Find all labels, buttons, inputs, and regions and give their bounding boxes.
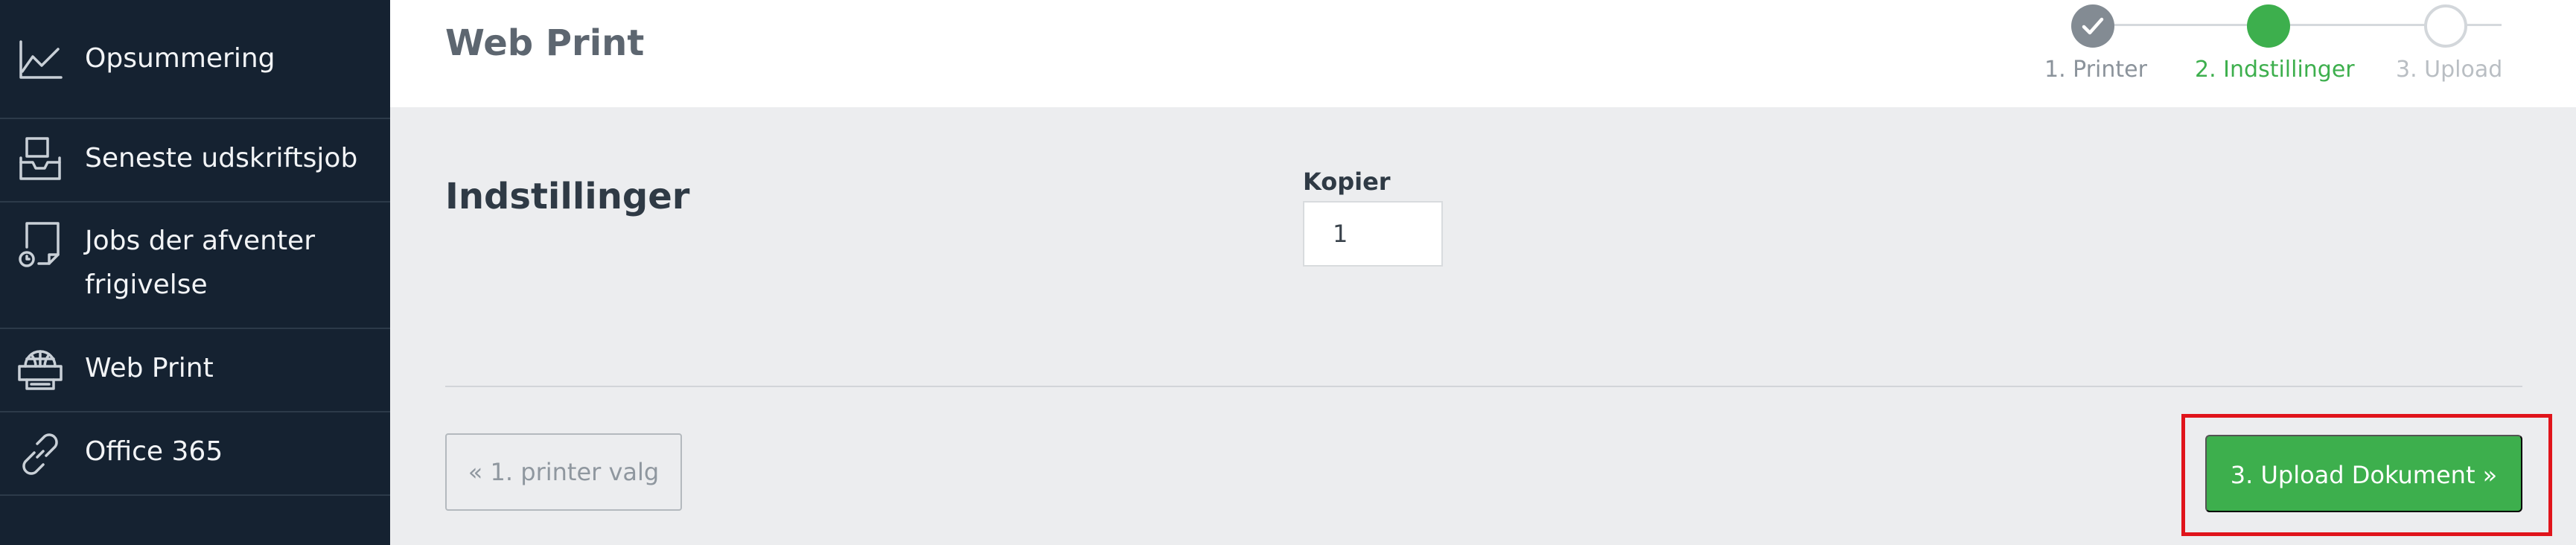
sidebar-item-office-365[interactable]: Office 365 [0,420,390,487]
globe-printer-icon [16,345,64,393]
sidebar-item-web-print[interactable]: Web Print [0,337,390,404]
sidebar-divider [0,201,390,203]
sidebar-item-opsummering[interactable]: Opsummering [0,40,390,79]
step-3-circle [2424,4,2467,48]
sidebar-item-label: Office 365 [85,436,223,467]
page-title: Web Print [445,22,645,64]
link-icon [16,430,64,478]
step-1-label[interactable]: 1. Printer [2044,55,2147,85]
sidebar-divider [0,494,390,496]
sidebar-item-label-line2: frigivelse [85,270,208,300]
chart-line-icon [16,36,64,83]
upload-document-button[interactable]: 3. Upload Dokument » [2205,435,2522,512]
sidebar-item-seneste-udskriftsjob[interactable]: Seneste udskriftsjob [0,127,390,194]
check-icon [2082,17,2104,35]
copies-input[interactable] [1303,201,1443,267]
sidebar-divider [0,411,390,412]
sidebar-item-label: Jobs der afventer [85,226,316,256]
inbox-tray-icon [16,136,64,183]
step-3-label: 3. Upload [2396,57,2503,83]
step-2-circle [2247,4,2290,48]
sidebar-item-label: Web Print [85,353,214,383]
sidebar: Opsummering Seneste udskriftsjob Jobs de… [0,0,390,545]
sidebar-item-jobs-der-afventer-frigivelse[interactable]: Jobs der afventer frigivelse [0,210,390,322]
step-1-circle[interactable] [2071,4,2114,48]
sidebar-divider [0,328,390,329]
step-2-label: 2. Indstillinger [2195,57,2355,83]
sidebar-item-label: Seneste udskriftsjob [85,143,358,173]
page-header: Web Print 1. Printer 2. Indstillinger 3.… [390,0,2576,107]
back-to-printer-button[interactable]: « 1. printer valg [445,433,682,511]
sidebar-divider [0,118,390,119]
document-pending-icon [16,220,64,268]
copies-label: Kopier [1303,168,1391,196]
sidebar-item-label: Opsummering [85,43,275,74]
section-title: Indstillinger [445,176,690,217]
divider [445,386,2522,387]
